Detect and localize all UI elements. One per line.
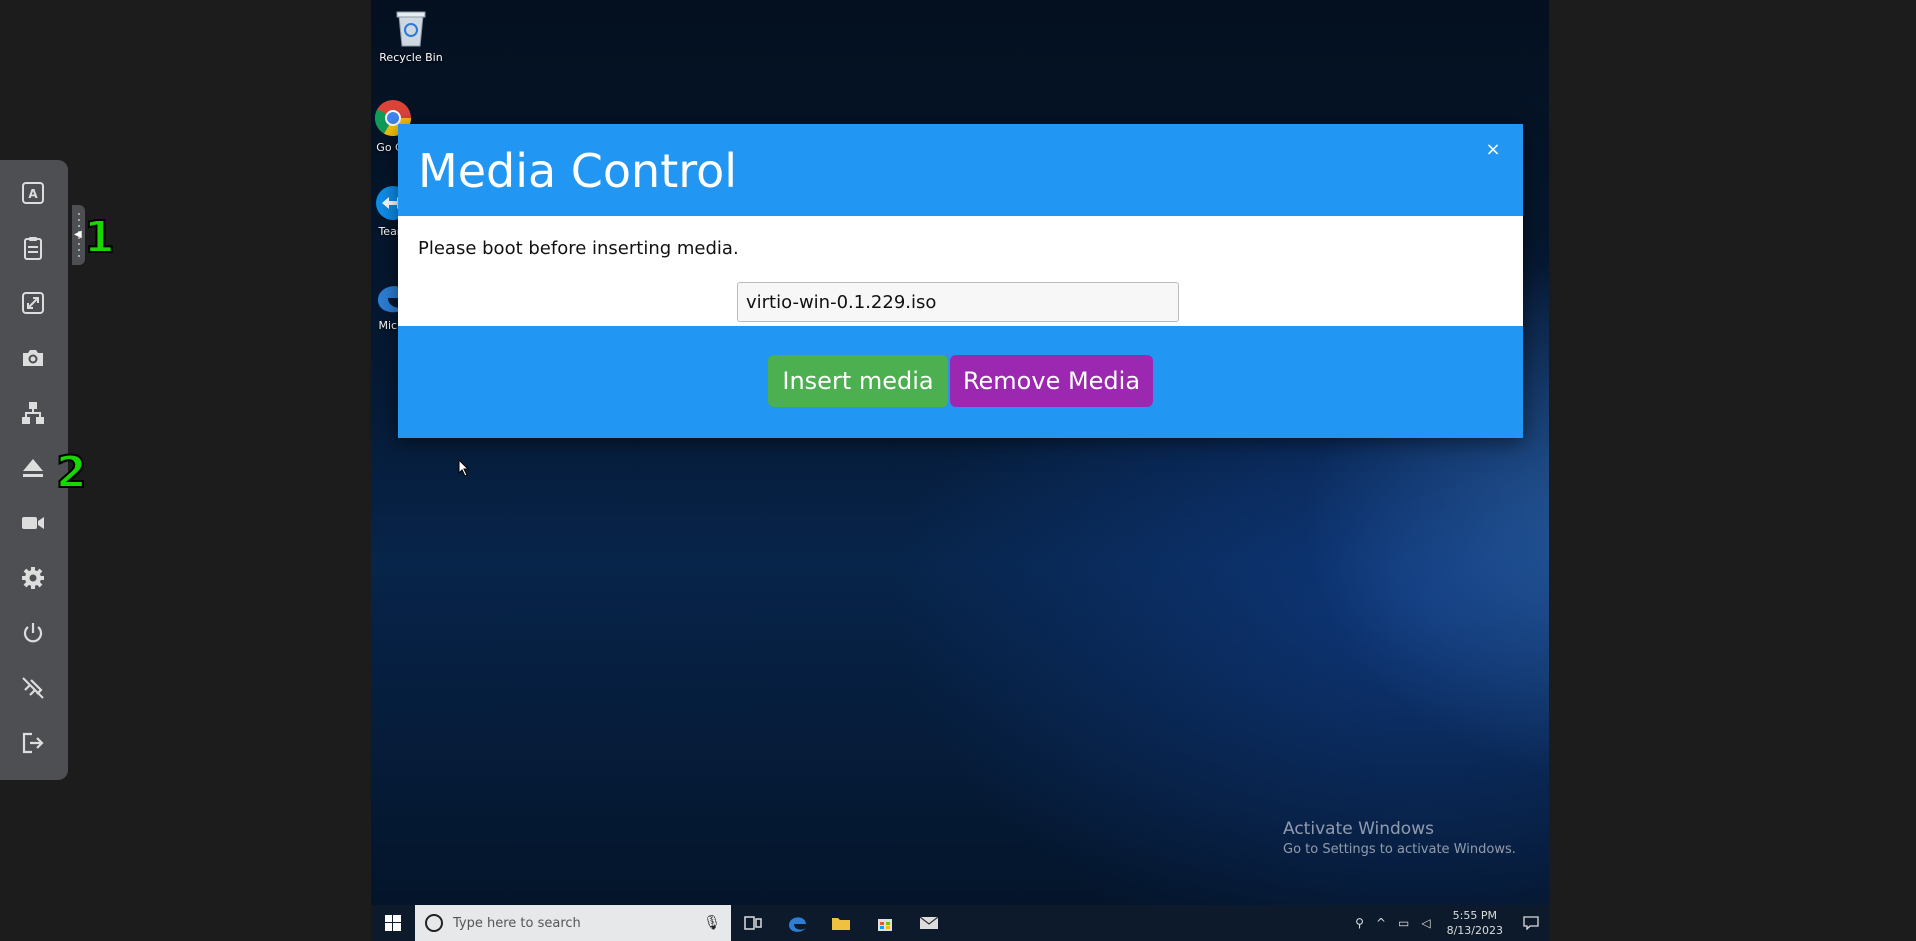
boot-message: Please boot before inserting media. — [418, 238, 739, 259]
task-view-button[interactable] — [731, 905, 775, 941]
search-placeholder: Type here to search — [453, 915, 581, 931]
dialog-footer: Insert media Remove Media — [398, 326, 1523, 438]
taskbar-store-button[interactable] — [863, 905, 907, 941]
power-icon — [23, 623, 43, 643]
desktop-icon-label: Recycle Bin — [379, 51, 443, 64]
annotation-marker-2: 2 — [55, 446, 88, 499]
system-tray: ⚲ ^ ▭ ◁ 5:55 PM 8/13/2023 — [1349, 905, 1549, 941]
chevron-up-icon[interactable]: ^ — [1370, 916, 1392, 930]
toolbar-network-button[interactable] — [13, 393, 53, 433]
toolbar-power-button[interactable] — [13, 613, 53, 653]
svg-text:A: A — [28, 187, 38, 201]
clock[interactable]: 5:55 PM 8/13/2023 — [1437, 908, 1513, 938]
dialog-title: Media Control — [418, 144, 738, 198]
people-icon[interactable]: ⚲ — [1349, 916, 1370, 930]
insert-media-button[interactable]: Insert media — [768, 355, 948, 407]
clock-time: 5:55 PM — [1452, 909, 1497, 922]
taskbar-mail-button[interactable] — [907, 905, 951, 941]
taskbar-search[interactable]: Type here to search 🎙 — [415, 905, 731, 941]
mail-icon — [919, 916, 939, 929]
fullscreen-icon — [22, 292, 44, 314]
search-icon — [425, 914, 443, 932]
toolbar-disconnect-button[interactable] — [13, 668, 53, 708]
eject-icon — [23, 459, 43, 477]
task-view-icon — [744, 916, 762, 930]
folder-icon — [832, 918, 850, 930]
toolbar-fullscreen-button[interactable] — [13, 283, 53, 323]
microphone-icon[interactable]: 🎙 — [703, 915, 721, 931]
annotation-marker-1: 1 — [83, 211, 116, 264]
disconnect-icon — [22, 677, 44, 699]
toolbar-video-button[interactable] — [13, 503, 53, 543]
volume-icon[interactable]: ◁ — [1415, 916, 1436, 930]
watermark-subtitle: Go to Settings to activate Windows. — [1283, 842, 1516, 857]
media-select-value: virtio-win-0.1.229.iso — [746, 291, 937, 313]
taskbar: Type here to search 🎙 ⚲ ^ ▭ ◁ 5:55 PM 8/… — [371, 905, 1549, 941]
video-icon — [22, 517, 44, 529]
network-icon — [22, 402, 44, 424]
start-button[interactable] — [371, 905, 415, 941]
toolbar-logout-button[interactable] — [13, 723, 53, 763]
logout-icon — [22, 732, 44, 754]
dialog-body: Please boot before inserting media. virt… — [398, 216, 1523, 326]
media-select[interactable]: virtio-win-0.1.229.iso — [737, 282, 1179, 322]
windows-start-icon — [385, 915, 401, 931]
edge-icon — [789, 917, 806, 932]
chevron-left-icon: ◀ — [74, 229, 82, 240]
toolbar-screenshot-button[interactable] — [13, 338, 53, 378]
store-icon — [878, 919, 892, 931]
toolbar-keyboard-button[interactable]: A — [13, 173, 53, 213]
clock-date: 8/13/2023 — [1446, 924, 1503, 937]
recycle-bin-icon — [396, 11, 426, 47]
toolbar-settings-button[interactable] — [13, 558, 53, 598]
clipboard-icon — [24, 237, 42, 260]
media-control-dialog: Media Control × Please boot before inser… — [398, 124, 1523, 438]
dialog-header: Media Control × — [398, 124, 1523, 216]
toolbar-media-button[interactable] — [13, 448, 53, 488]
network-icon[interactable]: ▭ — [1392, 916, 1415, 930]
notifications-button[interactable] — [1513, 916, 1549, 930]
watermark-title: Activate Windows — [1283, 819, 1434, 839]
desktop-icon-recycle-bin[interactable]: Recycle Bin — [375, 8, 447, 64]
gear-icon — [22, 567, 44, 589]
notification-icon — [1523, 916, 1539, 930]
mouse-cursor-icon — [458, 459, 470, 477]
keyboard-icon: A — [22, 182, 44, 204]
taskbar-edge-button[interactable] — [775, 905, 819, 941]
activation-watermark: Activate Windows Go to Settings to activ… — [1283, 819, 1516, 857]
toolbar-clipboard-button[interactable] — [13, 228, 53, 268]
taskbar-explorer-button[interactable] — [819, 905, 863, 941]
close-icon[interactable]: × — [1481, 138, 1505, 162]
remove-media-button[interactable]: Remove Media — [950, 355, 1153, 407]
camera-icon — [23, 350, 43, 366]
